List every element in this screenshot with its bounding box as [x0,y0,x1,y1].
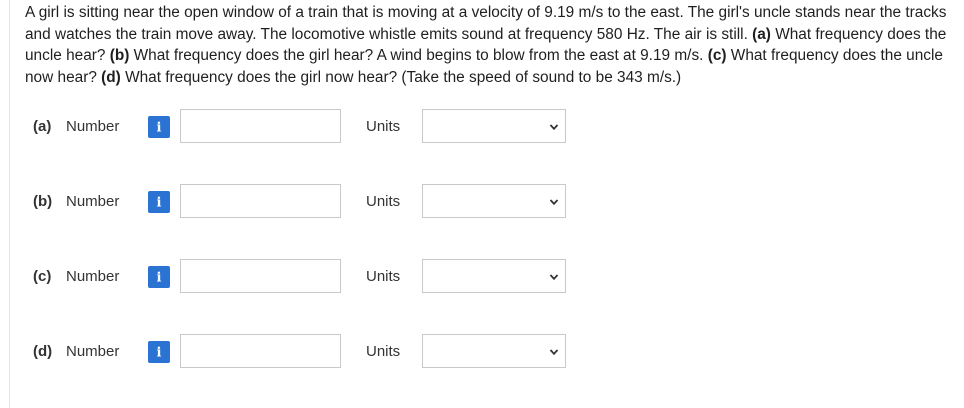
question-part-c-tag: (c) [707,47,727,65]
number-label-c: Number [66,268,120,285]
number-input-d[interactable] [180,334,341,368]
chevron-down-icon [549,274,559,281]
info-button-c[interactable]: i [148,266,170,288]
part-label-b: (b) [33,193,53,210]
units-label-d: Units [366,343,401,360]
info-button-a[interactable]: i [148,116,170,138]
answer-row-a: (a) Number i Units [0,109,964,145]
info-button-b[interactable]: i [148,191,170,213]
info-icon: i [157,121,162,136]
question-part-b-tag: (b) [109,47,130,65]
answer-row-c: (c) Number i Units [0,259,964,295]
chevron-down-icon [549,349,559,356]
answer-row-b: (b) Number i Units [0,184,964,220]
part-label-a: (a) [33,118,52,135]
number-label-b: Number [66,193,120,210]
part-label-c: (c) [33,268,52,285]
svg-text:i: i [157,121,162,136]
number-input-c[interactable] [180,259,341,293]
units-select-c[interactable] [422,259,566,293]
part-label-d: (d) [33,343,53,360]
svg-text:i: i [157,346,162,361]
number-input-a[interactable] [180,109,341,143]
number-label-d: Number [66,343,120,360]
info-icon: i [157,196,162,211]
units-select-b[interactable] [422,184,566,218]
info-icon: i [157,271,162,286]
answer-row-d: (d) Number i Units [0,334,964,370]
question-part-b-text: What frequency does the girl hear? A win… [129,47,708,65]
units-select-a[interactable] [422,109,566,143]
units-label-c: Units [366,268,401,285]
question-part-a-tag: (a) [752,25,771,43]
question-part-d-text: What frequency does the girl now hear? (… [120,68,682,86]
number-input-b[interactable] [180,184,341,218]
svg-text:i: i [157,271,162,286]
chevron-down-icon [549,124,559,131]
question-part-d-tag: (d) [101,68,121,86]
svg-text:i: i [157,196,162,211]
info-icon: i [157,346,162,361]
units-select-d[interactable] [422,334,566,368]
number-label-a: Number [66,118,120,135]
info-button-d[interactable]: i [148,341,170,363]
units-label-b: Units [366,193,401,210]
units-label-a: Units [366,118,401,135]
chevron-down-icon [549,199,559,206]
question-text: A girl is sitting near the open window o… [25,2,955,88]
